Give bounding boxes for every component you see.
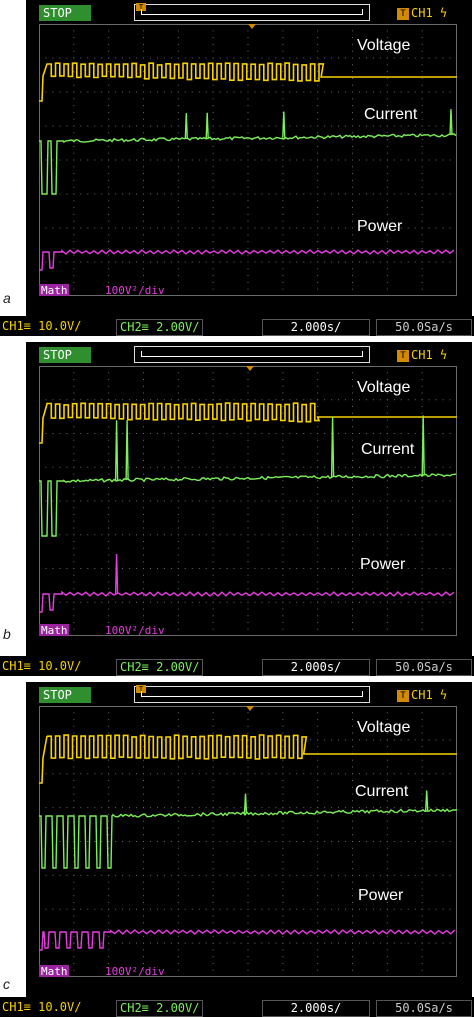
voltage-label: Voltage: [357, 719, 410, 736]
run-stop-status[interactable]: STOP: [39, 5, 91, 21]
panel-letter: b: [3, 626, 11, 642]
trigger-channel: CH1: [411, 6, 433, 20]
scope-frame: STOP T TCH1 ϟ 1 2: [26, 0, 472, 316]
rising-edge-icon: ϟ: [439, 6, 448, 20]
trigger-badge-icon: T: [397, 349, 409, 362]
scope-frame: STOP T TCH1 ϟ 1 2: [26, 682, 472, 997]
sample-rate: 50.0Sa/s: [376, 319, 472, 336]
trigger-channel: CH1: [411, 348, 433, 362]
run-stop-status[interactable]: STOP: [39, 347, 91, 363]
scope-frame: STOP TCH1 ϟ 1 2: [26, 342, 472, 656]
scope-top-bar: STOP T T CH1 ϟ: [26, 682, 472, 706]
power-label: Power: [360, 556, 406, 573]
waveform-screen: 1 2 m Voltage Current Power Math 100V: [39, 366, 457, 636]
voltage-label: Voltage: [357, 379, 410, 396]
sample-rate: 50.0Sa/s: [376, 659, 472, 676]
scope-top-bar: STOP T T CH1 ϟ: [26, 0, 472, 24]
current-label: Current: [364, 106, 418, 123]
ch1-scale[interactable]: CH1≡ 10.0V/: [2, 319, 81, 334]
power-label: Power: [358, 887, 404, 904]
waveform-svg: 1 2 m Voltage Current Power Math 100V: [39, 24, 457, 296]
waveform-screen: 1 2 Voltage Current Power Math 100V²/div: [39, 706, 457, 977]
trigger-position-bar: T: [134, 685, 370, 703]
ch2-scale[interactable]: CH2≡ 2.00V/: [116, 1000, 204, 1017]
trigger-badge-icon: T: [397, 689, 409, 702]
scope-status-bar: CH1≡ 10.0V/ CH2≡ 2.00V/ 2.000s/ 50.0Sa/s: [0, 997, 474, 1017]
sample-rate: 50.0Sa/s: [376, 1000, 472, 1017]
power-label: Power: [357, 218, 403, 235]
scope-status-bar: CH1≡ 10.0V/ CH2≡ 2.00V/ 2.000s/ 50.0Sa/s: [0, 656, 474, 676]
rising-edge-icon: ϟ: [439, 348, 448, 362]
math-scale: 100V²/div: [105, 284, 165, 296]
scope-status-bar: CH1≡ 10.0V/ CH2≡ 2.00V/ 2.000s/ 50.0Sa/s: [0, 316, 474, 336]
ch1-scale[interactable]: CH1≡ 10.0V/: [2, 1000, 81, 1015]
math-label: Math: [41, 624, 68, 636]
timebase[interactable]: 2.000s/: [262, 1000, 370, 1017]
trigger-source[interactable]: T CH1 ϟ: [397, 5, 447, 21]
trigger-position-bar: T: [134, 3, 370, 21]
trigger-source[interactable]: T CH1 ϟ: [397, 347, 447, 363]
run-stop-status[interactable]: STOP: [39, 687, 91, 703]
timebase[interactable]: 2.000s/: [262, 659, 370, 676]
voltage-label: Voltage: [357, 37, 410, 54]
current-label: Current: [361, 441, 415, 458]
trigger-channel: CH1: [411, 688, 433, 702]
waveform-svg: 1 2 m Voltage Current Power Math 100V: [39, 366, 457, 636]
panel-letter: c: [3, 976, 10, 992]
rising-edge-icon: ϟ: [439, 688, 448, 702]
trigger-source[interactable]: T CH1 ϟ: [397, 687, 447, 703]
ch2-scale[interactable]: CH2≡ 2.00V/: [116, 659, 204, 676]
scope-top-bar: STOP T CH1 ϟ: [26, 342, 472, 366]
scope-panel-a: a STOP T TCH1 ϟ 1 2: [0, 0, 474, 340]
current-label: Current: [355, 783, 409, 800]
waveform-svg: 1 2 Voltage Current Power Math 100V²/div: [39, 706, 457, 977]
scope-panel-b: b STOP TCH1 ϟ 1 2: [0, 340, 474, 678]
math-label: Math: [41, 284, 68, 296]
math-label: Math: [41, 965, 68, 977]
ch1-scale[interactable]: CH1≡ 10.0V/: [2, 659, 81, 674]
panel-letter: a: [3, 290, 11, 306]
trigger-position-bar: [134, 346, 370, 363]
ch2-scale[interactable]: CH2≡ 2.00V/: [116, 319, 204, 336]
math-scale: 100V²/div: [105, 965, 165, 977]
scope-panel-c: c STOP T TCH1 ϟ 1 2: [0, 680, 474, 1017]
waveform-screen: 1 2 m Voltage Current Power Math 100V: [39, 24, 457, 296]
timebase[interactable]: 2.000s/: [262, 319, 370, 336]
math-scale: 100V²/div: [105, 624, 165, 636]
trigger-badge-icon: T: [397, 7, 409, 20]
